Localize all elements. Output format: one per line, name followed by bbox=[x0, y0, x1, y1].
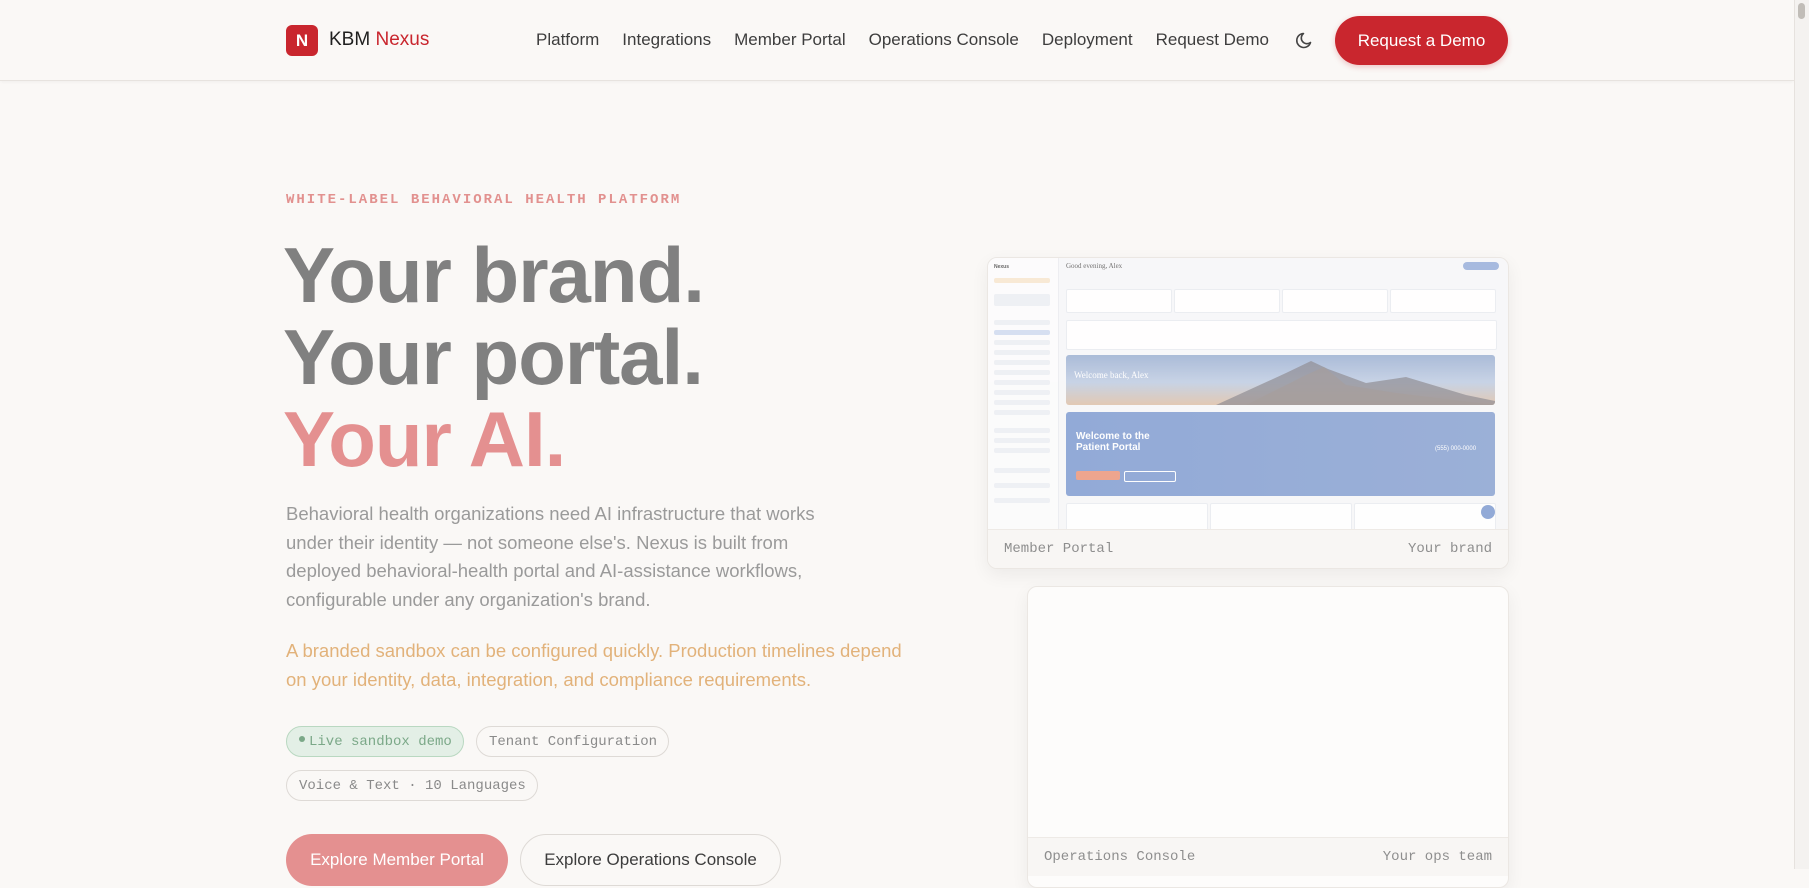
mini-header-pill bbox=[1463, 262, 1499, 270]
mini-sidebar-item bbox=[994, 278, 1050, 283]
mini-sidebar-item bbox=[994, 498, 1050, 503]
headline-line-3: Your AI. bbox=[283, 395, 566, 483]
nav-request-demo[interactable]: Request Demo bbox=[1156, 30, 1269, 50]
mini-stat-card bbox=[1174, 289, 1280, 313]
request-demo-button[interactable]: Request a Demo bbox=[1335, 16, 1508, 65]
mountain-graphic bbox=[1216, 361, 1495, 405]
headline-line-1: Your brand. bbox=[283, 231, 705, 319]
nav-platform[interactable]: Platform bbox=[536, 30, 599, 50]
site-header: N KBM Nexus Platform Integrations Member… bbox=[0, 0, 1794, 81]
logo-mark[interactable]: N bbox=[286, 25, 318, 56]
brand-prefix: KBM bbox=[329, 29, 371, 50]
mini-sidebar-item bbox=[994, 428, 1050, 433]
operations-console-card-label: Operations Console bbox=[1044, 849, 1196, 865]
chip-voice-text: Voice & Text · 10 Languages bbox=[286, 770, 538, 801]
mini-feature-card bbox=[1210, 503, 1352, 532]
mini-sidebar-item bbox=[994, 350, 1050, 355]
chip-tenant-configuration: Tenant Configuration bbox=[476, 726, 669, 757]
mini-chat-fab-icon bbox=[1481, 505, 1495, 519]
member-portal-card-tag: Your brand bbox=[1407, 541, 1492, 557]
operations-console-card-tag: Your ops team bbox=[1382, 849, 1492, 865]
nav-member-portal[interactable]: Member Portal bbox=[734, 30, 845, 50]
member-portal-card-label: Member Portal bbox=[1004, 541, 1114, 557]
member-portal-screenshot: Nexus Good evening, Alex Welcome back, A… bbox=[988, 258, 1508, 532]
brand-accent: Nexus bbox=[375, 29, 430, 50]
headline-line-2: Your portal. bbox=[283, 313, 704, 401]
chip-live-sandbox: Live sandbox demo bbox=[286, 726, 464, 757]
mini-portal-title: Welcome to the Patient Portal bbox=[1076, 431, 1150, 453]
mini-sidebar-item bbox=[994, 410, 1050, 415]
nav-deployment[interactable]: Deployment bbox=[1042, 30, 1133, 50]
main-nav: Platform Integrations Member Portal Oper… bbox=[536, 30, 1292, 50]
scrollbar-thumb[interactable] bbox=[1798, 3, 1805, 19]
member-portal-card-footer: Member Portal Your brand bbox=[988, 529, 1508, 568]
mini-feature-card bbox=[1066, 503, 1208, 532]
operations-console-card-footer: Operations Console Your ops team bbox=[1028, 837, 1508, 876]
mini-greeting: Good evening, Alex bbox=[1066, 262, 1123, 270]
mini-recommendation bbox=[1066, 320, 1497, 350]
chip-live-label: Live sandbox demo bbox=[309, 734, 452, 750]
nav-operations-console[interactable]: Operations Console bbox=[869, 30, 1019, 50]
theme-toggle-glyph bbox=[1296, 32, 1312, 49]
mini-sidebar-item bbox=[994, 483, 1050, 488]
mini-patient-portal-hero bbox=[1066, 412, 1495, 496]
mini-sidebar-item bbox=[994, 468, 1050, 473]
mini-sidebar-item bbox=[994, 390, 1050, 395]
mini-sidebar-item bbox=[994, 330, 1050, 335]
moon-icon[interactable] bbox=[1295, 30, 1315, 50]
mini-portal-button bbox=[1076, 471, 1120, 480]
mini-stat-card bbox=[1390, 289, 1496, 313]
mini-portal-button bbox=[1124, 471, 1176, 482]
mini-sidebar-item bbox=[994, 340, 1050, 345]
mini-sidebar-item bbox=[994, 438, 1050, 443]
mini-sidebar-item bbox=[994, 370, 1050, 375]
mini-sidebar-item bbox=[994, 320, 1050, 325]
brand-name[interactable]: KBM Nexus bbox=[329, 29, 429, 51]
mini-stat-card bbox=[1066, 289, 1172, 313]
mini-portal-phone: (555) 000-0000 bbox=[1435, 446, 1477, 452]
explore-member-portal-button[interactable]: Explore Member Portal bbox=[286, 834, 508, 886]
nav-integrations[interactable]: Integrations bbox=[622, 30, 711, 50]
mini-sidebar-item bbox=[994, 360, 1050, 365]
scrollbar[interactable] bbox=[1794, 0, 1809, 869]
hero-lead: Behavioral health organizations need AI … bbox=[286, 503, 815, 610]
explore-operations-console-button[interactable]: Explore Operations Console bbox=[520, 834, 781, 886]
mini-sidebar-item bbox=[994, 380, 1050, 385]
live-dot-icon bbox=[299, 736, 305, 743]
mini-sidebar: Nexus bbox=[988, 258, 1059, 530]
operations-console-card[interactable]: Operations Console Your ops team bbox=[1027, 586, 1509, 888]
mini-sidebar-item bbox=[994, 400, 1050, 405]
mini-sidebar-brand: Nexus bbox=[994, 264, 1010, 270]
mini-stat-card bbox=[1282, 289, 1388, 313]
member-portal-card[interactable]: Nexus Good evening, Alex Welcome back, A… bbox=[987, 257, 1509, 569]
mini-feature-card bbox=[1354, 503, 1496, 532]
hero-eyebrow: WHITE-LABEL BEHAVIORAL HEALTH PLATFORM bbox=[286, 192, 682, 208]
mini-mountain-banner bbox=[1066, 355, 1495, 405]
mini-sidebar-item bbox=[994, 448, 1050, 453]
mini-sidebar-item bbox=[994, 294, 1050, 306]
hero-note: A branded sandbox can be configured quic… bbox=[286, 640, 902, 690]
mini-welcome-banner-text: Welcome back, Alex bbox=[1074, 370, 1149, 380]
